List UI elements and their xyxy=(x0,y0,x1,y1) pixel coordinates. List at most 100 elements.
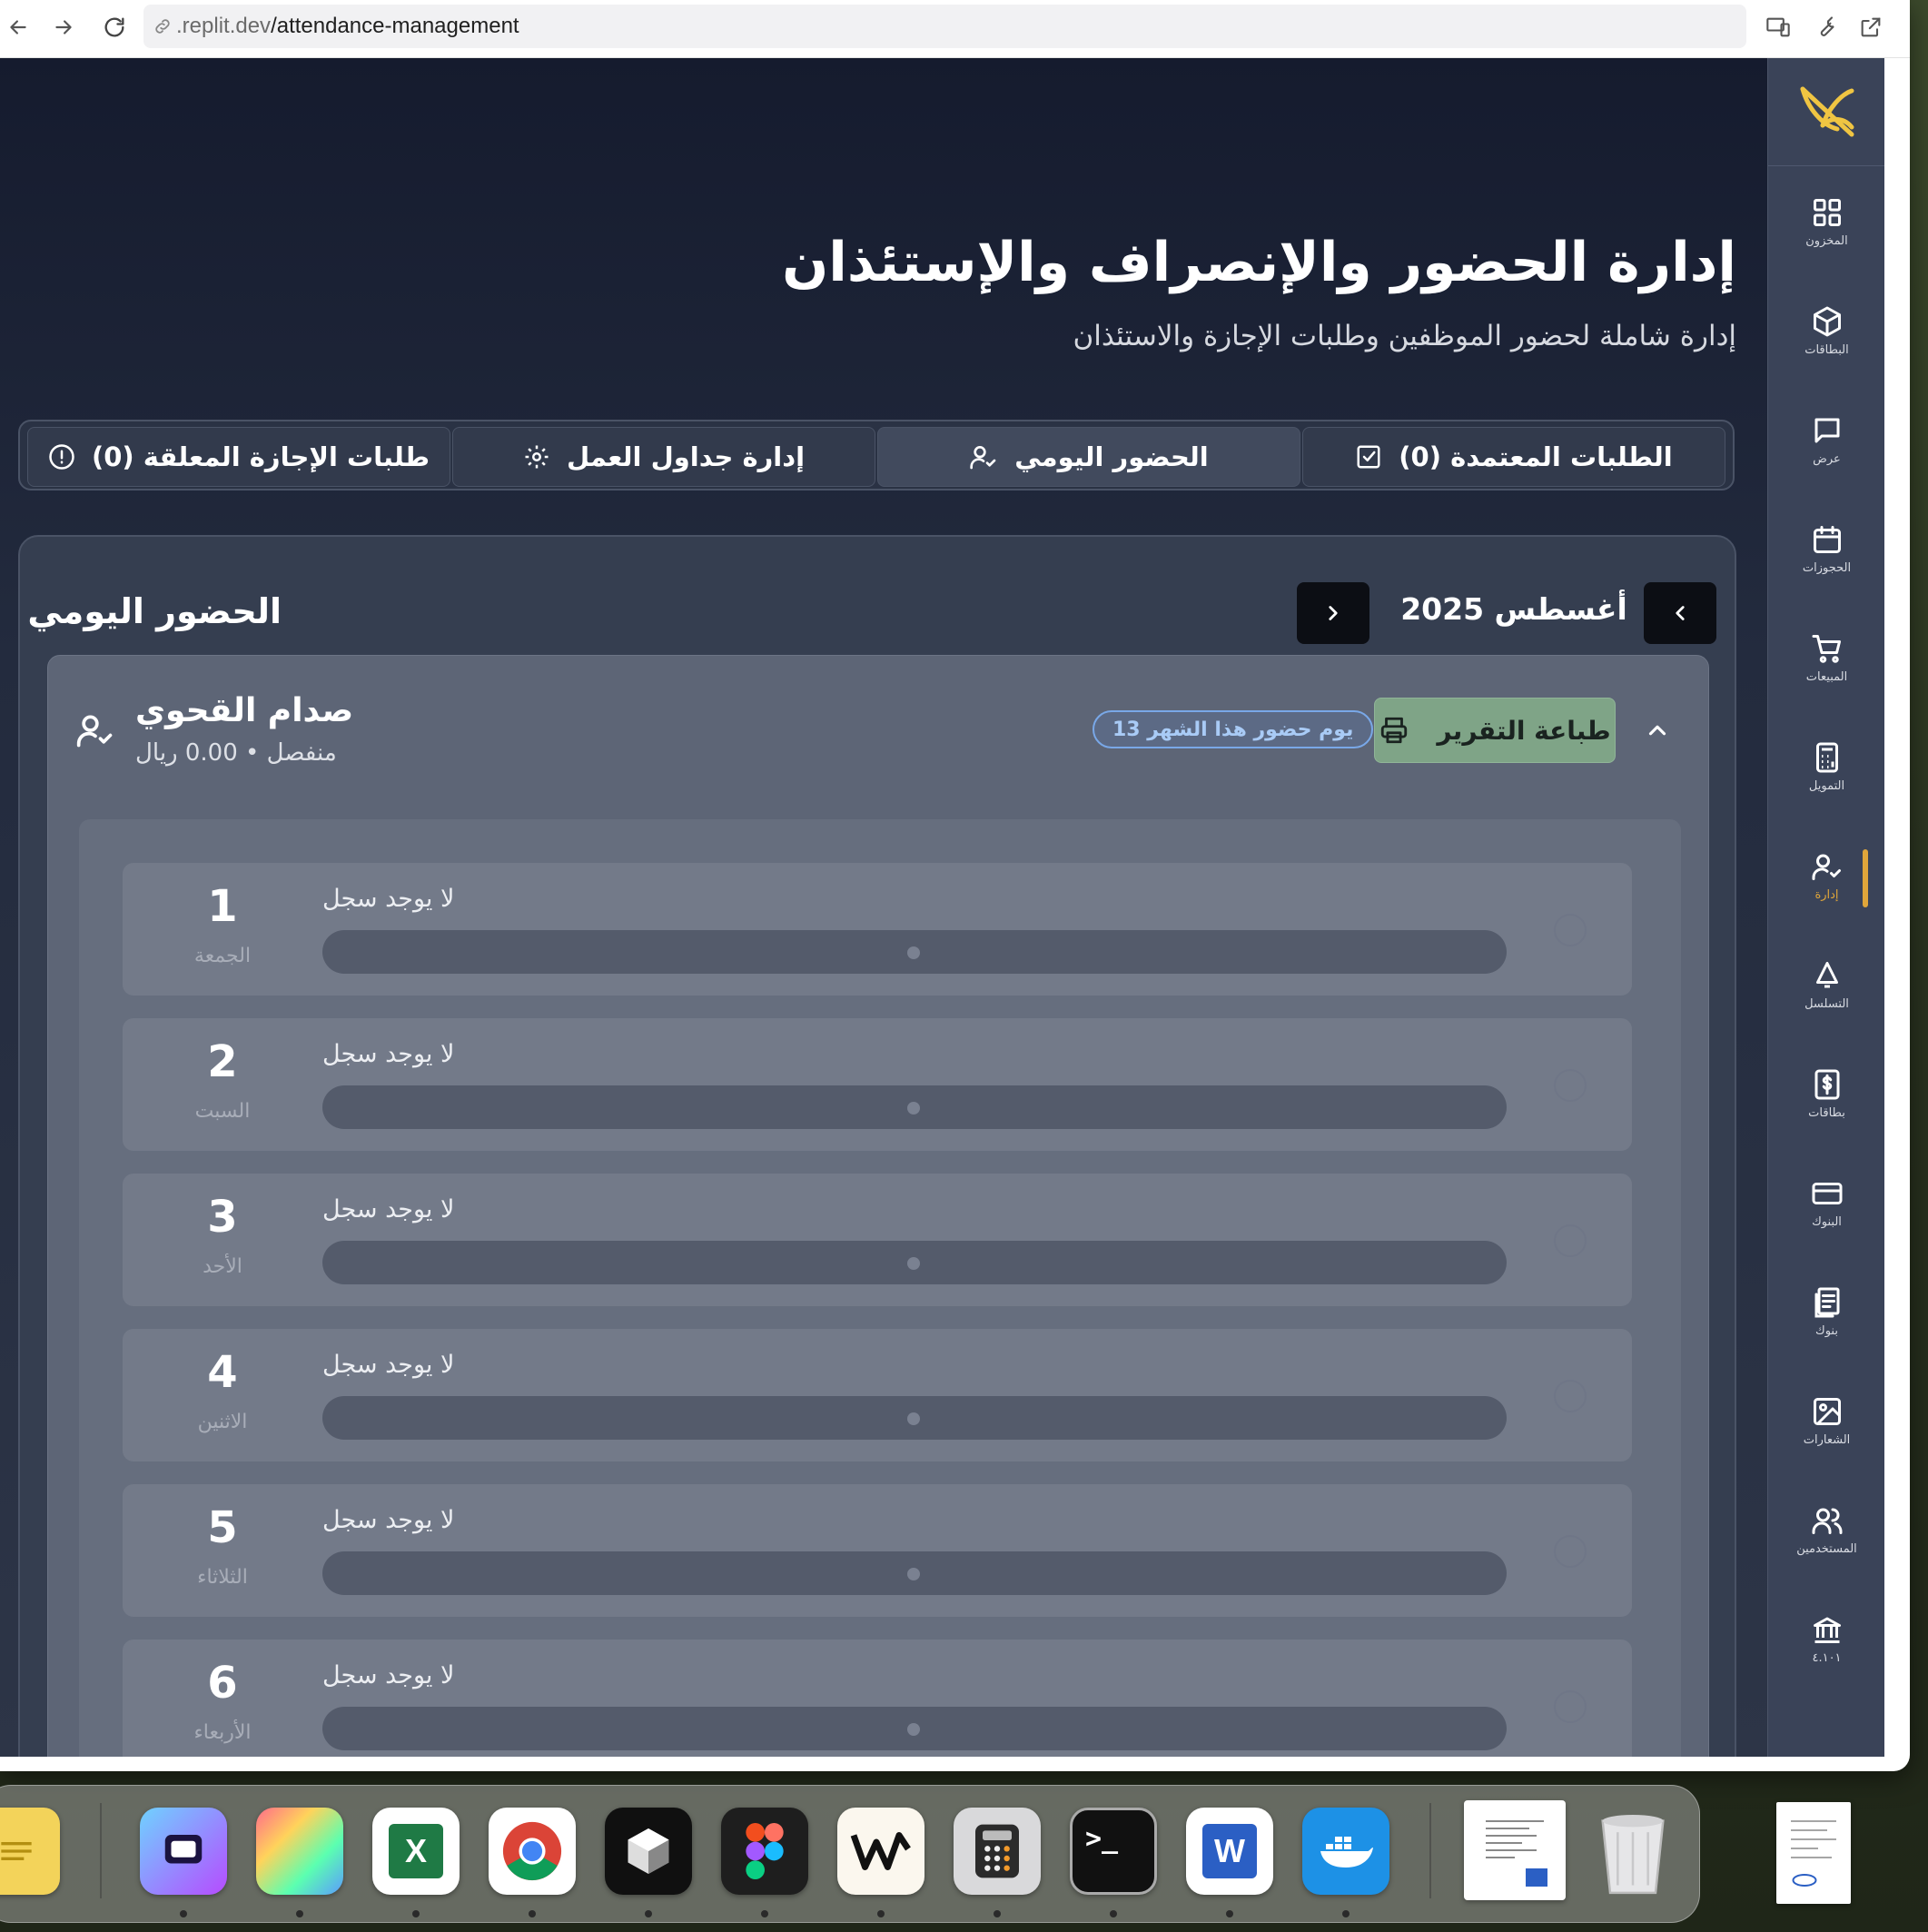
day-row[interactable]: 3 الأحد لا يوجد سجل xyxy=(123,1174,1632,1306)
tab-work-schedules[interactable]: إدارة جداول العمل xyxy=(452,427,875,487)
screens-glyph-icon xyxy=(164,1835,203,1864)
sidebar-item-label: عرض xyxy=(1813,451,1841,466)
sidebar-item-bookings[interactable]: الحجوزات xyxy=(1768,503,1884,594)
day-select-radio[interactable] xyxy=(1554,1069,1587,1102)
logo-icon xyxy=(1800,86,1854,137)
sidebar-item-bank-receipts[interactable]: بنوك xyxy=(1768,1266,1884,1357)
day-row[interactable]: 2 السبت لا يوجد سجل xyxy=(123,1018,1632,1151)
device-preview-button[interactable] xyxy=(1760,9,1796,45)
day-row[interactable]: 5 الثلاثاء لا يوجد سجل xyxy=(123,1484,1632,1617)
day-row[interactable]: 4 الاثنين لا يوجد سجل xyxy=(123,1329,1632,1461)
sidebar-item-finance[interactable]: التمويل xyxy=(1768,721,1884,812)
grid-icon xyxy=(1813,198,1841,226)
running-indicator xyxy=(1342,1910,1350,1917)
timeline-dot xyxy=(907,1412,920,1425)
open-new-tab-button[interactable] xyxy=(1853,9,1889,45)
chrome-icon[interactable] xyxy=(489,1808,576,1895)
excel-icon[interactable]: X xyxy=(372,1808,460,1895)
address-bar: .replit.dev/attendance-management xyxy=(0,0,1910,58)
card-icon xyxy=(1812,1182,1842,1204)
dock-separator xyxy=(100,1803,102,1898)
day-select-radio[interactable] xyxy=(1554,1380,1587,1412)
day-number: 1 xyxy=(207,881,238,932)
calculator-icon[interactable] xyxy=(954,1808,1041,1895)
day-select-radio[interactable] xyxy=(1554,1535,1587,1568)
notes-icon[interactable] xyxy=(0,1808,60,1895)
day-row[interactable]: 1 الجمعة لا يوجد سجل xyxy=(123,863,1632,996)
tab-label: إدارة جداول العمل xyxy=(566,441,806,472)
box-icon xyxy=(1813,306,1841,336)
url-field[interactable]: .replit.dev/attendance-management xyxy=(143,5,1746,48)
running-indicator xyxy=(761,1910,768,1917)
day-status: لا يوجد سجل xyxy=(322,1351,455,1379)
devtools-button[interactable] xyxy=(1807,9,1844,45)
user-check-icon xyxy=(76,715,113,748)
calendar-icon xyxy=(1813,525,1841,553)
sidebar-item-banks[interactable]: البنوك xyxy=(1768,1157,1884,1248)
day-select-radio[interactable] xyxy=(1554,1224,1587,1257)
warp-logo-icon xyxy=(850,1832,911,1870)
sidebar-item-label: ٤.١٠١ xyxy=(1812,1650,1842,1665)
sidebar-item-label: المبيعات xyxy=(1805,669,1848,684)
sidebar-item-label: البنوك xyxy=(1812,1214,1842,1229)
forward-button[interactable] xyxy=(45,9,82,45)
external-link-icon xyxy=(1861,17,1881,37)
sidebar-item-sequence[interactable]: التسلسل xyxy=(1768,939,1884,1030)
docker-icon[interactable] xyxy=(1302,1808,1389,1895)
day-status: لا يوجد سجل xyxy=(322,1040,455,1068)
running-indicator xyxy=(180,1910,187,1917)
sidebar: المخزون البطاقات عرض الحجوزات المبيعات ا… xyxy=(1767,58,1884,1757)
tab-approved-requests[interactable]: الطلبات المعتمدة (0) xyxy=(1302,427,1725,487)
employee-meta: منفصل • 0.00 ريال xyxy=(135,739,337,767)
employee-name: صدام القحوي xyxy=(135,692,354,729)
back-button[interactable] xyxy=(0,9,36,45)
print-report-button[interactable]: طباعة التقرير xyxy=(1374,698,1616,763)
arrow-right-icon xyxy=(55,20,72,35)
app-logo[interactable] xyxy=(1768,58,1884,166)
sidebar-item-users[interactable]: المستخدمين xyxy=(1768,1484,1884,1575)
notes-lines-icon xyxy=(1,1842,32,1860)
reload-button[interactable] xyxy=(96,9,133,45)
gear-icon xyxy=(525,445,549,469)
sidebar-item-bank[interactable]: ٤.١٠١ xyxy=(1768,1593,1884,1684)
sidebar-item-offers[interactable]: عرض xyxy=(1768,394,1884,485)
day-name: الثلاثاء xyxy=(197,1566,248,1589)
file-thumbnail-icon xyxy=(1791,1820,1836,1887)
sidebar-item-inventory[interactable]: المخزون xyxy=(1768,176,1884,267)
next-month-button[interactable] xyxy=(1297,582,1369,644)
sidebar-item-sales[interactable]: المبيعات xyxy=(1768,612,1884,703)
tab-daily-attendance[interactable]: الحضور اليومي xyxy=(877,427,1300,487)
tab-pending-leave[interactable]: طلبات الإجازة المعلقة (0) xyxy=(27,427,450,487)
day-name: الاثنين xyxy=(197,1411,248,1433)
sidebar-item-logos[interactable]: الشعارات xyxy=(1768,1375,1884,1466)
collapse-button[interactable] xyxy=(1637,710,1677,750)
day-select-radio[interactable] xyxy=(1554,1690,1587,1723)
screens-icon[interactable] xyxy=(140,1808,227,1895)
running-indicator xyxy=(296,1910,303,1917)
figma-icon[interactable] xyxy=(721,1808,808,1895)
sidebar-item-cards[interactable]: البطاقات xyxy=(1768,285,1884,376)
timeline-dot xyxy=(907,1102,920,1115)
warp-icon[interactable] xyxy=(837,1808,924,1895)
sidebar-item-label: الحجوزات xyxy=(1802,560,1852,575)
prev-month-button[interactable] xyxy=(1644,582,1716,644)
day-row[interactable]: 6 الأربعاء لا يوجد سجل xyxy=(123,1640,1632,1757)
running-indicator xyxy=(529,1910,536,1917)
trash-icon[interactable] xyxy=(1589,1808,1676,1895)
sidebar-item-billing[interactable]: بطاقات xyxy=(1768,1048,1884,1139)
docker-whale-icon xyxy=(1320,1837,1373,1868)
document-preview-icon[interactable] xyxy=(1464,1800,1566,1900)
terminal-prompt: >_ xyxy=(1085,1823,1119,1855)
user-check-icon xyxy=(970,446,996,470)
unity-icon[interactable] xyxy=(605,1808,692,1895)
bell-icon xyxy=(1815,961,1838,987)
pixelmator-icon[interactable] xyxy=(256,1808,343,1895)
day-name: الأربعاء xyxy=(193,1721,252,1744)
receipt-icon xyxy=(1814,1287,1839,1317)
day-select-radio[interactable] xyxy=(1554,914,1587,946)
word-icon[interactable]: W xyxy=(1186,1808,1273,1895)
figma-logo-icon xyxy=(746,1823,784,1879)
desktop-file-icon[interactable] xyxy=(1776,1802,1851,1904)
sidebar-item-label: البطاقات xyxy=(1804,342,1849,357)
terminal-icon[interactable]: >_ xyxy=(1070,1808,1157,1895)
